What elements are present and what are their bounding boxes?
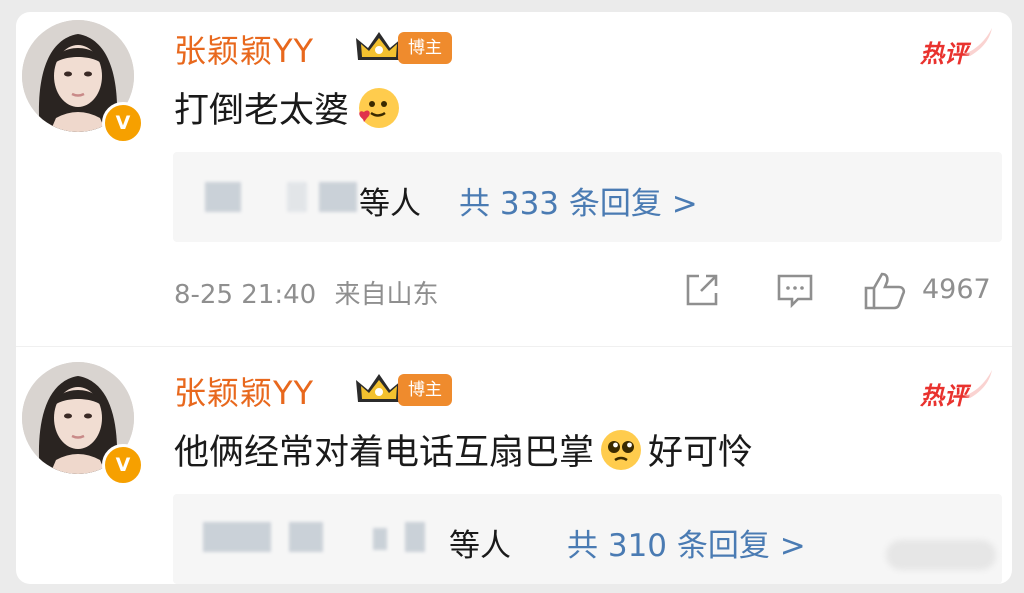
verified-v-icon: V — [102, 102, 144, 144]
watermark — [886, 540, 996, 570]
hot-flame-icon — [964, 370, 992, 398]
reply-suffix: 等人 — [359, 186, 421, 222]
smile-love-emoji — [355, 85, 401, 131]
crown-icon — [354, 30, 404, 66]
comment-list: V 张颖颖YY 博主 热评 打倒老太婆 等人 共 333 条回复 > 8-25 … — [16, 12, 1012, 584]
location: 来自山东 — [334, 280, 439, 310]
divider — [16, 346, 1012, 347]
username[interactable]: 张颖颖YY — [174, 368, 314, 414]
username[interactable]: 张颖颖YY — [174, 26, 314, 72]
comment-meta: 8-25 21:40 来自山东 — [174, 274, 438, 311]
role-badge: 博主 — [398, 32, 452, 64]
view-replies-link[interactable]: 共 333 条回复 > — [459, 178, 698, 223]
role-badge: 博主 — [398, 374, 452, 406]
comment-text-before: 他俩经常对着电话互扇巴掌 — [174, 433, 595, 473]
view-replies-link[interactable]: 共 310 条回复 > — [567, 520, 806, 565]
blurred-replier — [205, 182, 241, 212]
comment-item: V 张颖颖YY 博主 热评 他俩经常对着电话互扇巴掌 好可怜 等人 共 310 … — [16, 354, 1012, 584]
verified-v-icon: V — [102, 444, 144, 486]
blurred-replier — [373, 528, 387, 550]
blurred-replier — [289, 522, 323, 552]
comment-text: 他俩经常对着电话互扇巴掌 好可怜 — [174, 424, 753, 475]
reply-preview[interactable]: 等人 共 333 条回复 > — [173, 152, 1002, 242]
blurred-replier — [405, 522, 425, 552]
hot-comment-badge: 热评 — [916, 26, 998, 72]
pleading-face-emoji — [598, 427, 644, 473]
hot-comment-badge: 热评 — [916, 368, 998, 414]
timestamp: 8-25 21:40 — [174, 280, 317, 310]
like-icon[interactable] — [862, 270, 908, 316]
crown-icon — [354, 372, 404, 408]
reply-preview[interactable]: 等人 共 310 条回复 > — [173, 494, 1002, 584]
blurred-replier — [287, 182, 307, 212]
like-count: 4967 — [922, 274, 991, 305]
reply-suffix: 等人 — [449, 528, 511, 564]
comment-item: V 张颖颖YY 博主 热评 打倒老太婆 等人 共 333 条回复 > 8-25 … — [16, 12, 1012, 342]
blurred-replier — [203, 522, 271, 552]
comment-text-after: 好可怜 — [648, 433, 754, 473]
comment-text-content: 打倒老太婆 — [174, 91, 350, 131]
comment-icon[interactable] — [774, 270, 816, 314]
comment-text: 打倒老太婆 — [174, 82, 401, 133]
blurred-replier — [319, 182, 357, 212]
hot-flame-icon — [964, 28, 992, 56]
share-icon[interactable] — [682, 270, 722, 314]
